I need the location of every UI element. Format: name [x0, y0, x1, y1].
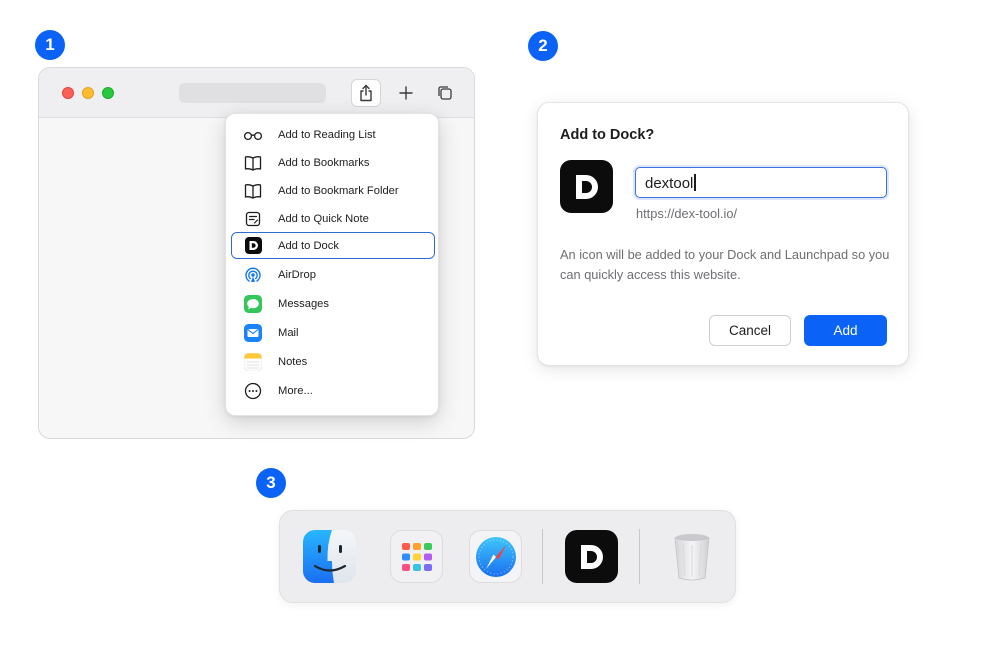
menu-item-airdrop[interactable]: AirDrop — [232, 261, 434, 288]
trash-icon[interactable] — [665, 530, 718, 583]
dextool-icon — [242, 235, 264, 257]
menu-item-label: Mail — [278, 326, 299, 339]
tab-overview-button[interactable] — [430, 79, 460, 107]
finder-icon[interactable] — [303, 530, 356, 583]
dock-separator — [542, 529, 543, 584]
browser-toolbar — [39, 68, 474, 118]
book-icon — [242, 152, 264, 174]
menu-item-label: Notes — [278, 355, 308, 368]
add-to-dock-dialog: Add to Dock? dextool https://dex-tool.io… — [537, 102, 909, 366]
menu-item-label: More... — [278, 384, 313, 397]
step-3-badge: 3 — [256, 468, 286, 498]
website-url: https://dex-tool.io/ — [636, 206, 738, 221]
app-name-input[interactable]: dextool — [635, 167, 887, 198]
menu-item-label: Messages — [278, 297, 329, 310]
messages-icon — [242, 293, 264, 315]
cancel-button[interactable]: Cancel — [709, 315, 791, 346]
plus-icon — [399, 86, 413, 100]
menu-item-label: Add to Bookmark Folder — [278, 184, 399, 197]
menu-item-label: Add to Dock — [278, 239, 339, 252]
glasses-icon — [242, 124, 264, 146]
dock — [279, 510, 736, 603]
share-icon — [360, 84, 372, 102]
notes-icon — [242, 351, 264, 373]
menu-item-add-to-dock[interactable]: Add to Dock — [231, 232, 435, 259]
menu-item-messages[interactable]: Messages — [232, 290, 434, 317]
add-button[interactable]: Add — [804, 315, 887, 346]
dialog-description: An icon will be added to your Dock and L… — [560, 247, 890, 282]
safari-icon[interactable] — [469, 530, 522, 583]
dialog-title: Add to Dock? — [560, 127, 655, 143]
menu-item-add-to-bookmarks[interactable]: Add to Bookmarks — [232, 149, 434, 176]
step-1-badge: 1 — [35, 30, 65, 60]
menu-item-mail[interactable]: Mail — [232, 319, 434, 346]
quick-note-icon — [242, 208, 264, 230]
menu-item-add-to-bookmark-folder[interactable]: Add to Bookmark Folder — [232, 177, 434, 204]
menu-item-more[interactable]: More... — [232, 377, 434, 404]
address-bar[interactable] — [179, 83, 326, 103]
menu-item-label: Add to Quick Note — [278, 212, 369, 225]
new-tab-button[interactable] — [391, 79, 421, 107]
menu-item-label: Add to Bookmarks — [278, 156, 370, 169]
share-menu: Add to Reading List Add to Bookmarks Add… — [225, 113, 439, 416]
mail-icon — [242, 322, 264, 344]
menu-item-add-to-quick-note[interactable]: Add to Quick Note — [232, 205, 434, 232]
dock-separator — [639, 529, 640, 584]
menu-item-label: AirDrop — [278, 268, 316, 281]
menu-item-label: Add to Reading List — [278, 128, 376, 141]
zoom-window-button[interactable] — [102, 87, 114, 99]
menu-item-notes[interactable]: Notes — [232, 348, 434, 375]
app-name-value: dextool — [645, 175, 694, 192]
launchpad-icon[interactable] — [390, 530, 443, 583]
dextool-icon[interactable] — [565, 530, 618, 583]
minimize-window-button[interactable] — [82, 87, 94, 99]
menu-item-add-to-reading-list[interactable]: Add to Reading List — [232, 121, 434, 148]
dextool-icon — [560, 160, 613, 213]
text-caret — [694, 174, 696, 191]
airdrop-icon — [242, 264, 264, 286]
more-icon — [242, 380, 264, 402]
book-icon — [242, 180, 264, 202]
step-2-badge: 2 — [528, 31, 558, 61]
close-window-button[interactable] — [62, 87, 74, 99]
tab-overview-icon — [438, 86, 452, 100]
share-button[interactable] — [351, 79, 381, 107]
